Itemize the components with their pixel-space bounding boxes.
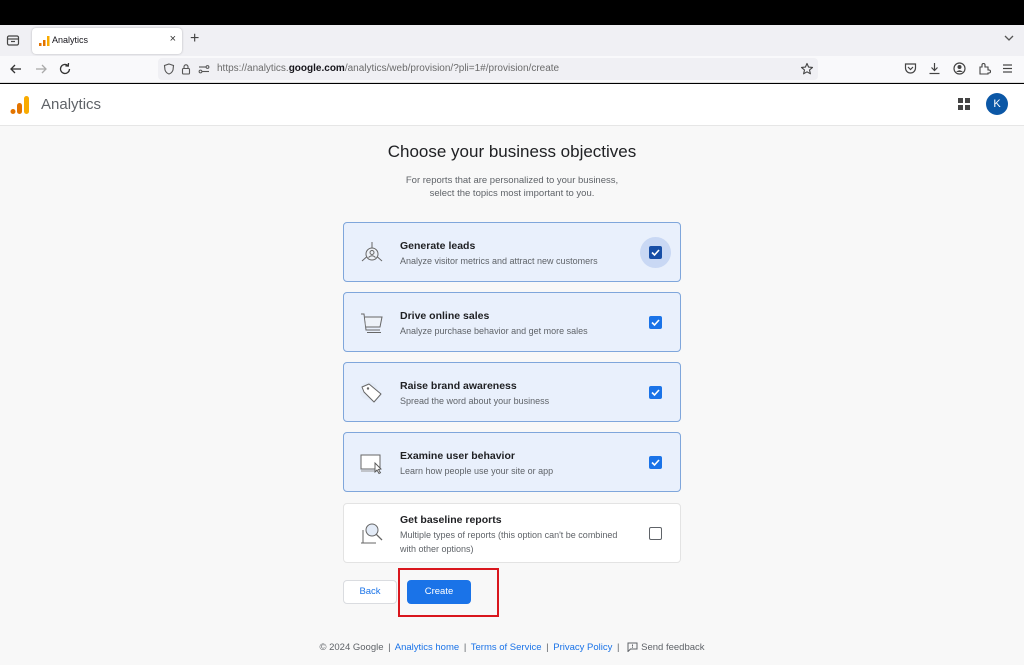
objective-title: Get baseline reports bbox=[400, 514, 502, 526]
download-icon[interactable] bbox=[927, 61, 942, 76]
separator: | bbox=[463, 642, 467, 653]
objective-card-examine-user-behavior[interactable]: Examine user behavior Learn how people u… bbox=[343, 432, 681, 492]
leads-icon bbox=[361, 242, 383, 262]
terms-of-service-link[interactable]: Terms of Service bbox=[471, 642, 542, 653]
extensions-icon[interactable] bbox=[977, 61, 992, 76]
back-button[interactable]: Back bbox=[343, 580, 397, 604]
apps-grid-icon[interactable] bbox=[957, 97, 971, 111]
objective-title: Examine user behavior bbox=[400, 450, 515, 462]
url-text[interactable]: https://analytics.google.com/analytics/w… bbox=[217, 63, 559, 74]
cart-icon bbox=[361, 313, 383, 333]
subtitle-line-2: select the topics most important to you. bbox=[429, 188, 595, 199]
objective-checkbox[interactable] bbox=[649, 456, 662, 469]
browser-tab-analytics[interactable]: Analytics × bbox=[32, 28, 182, 54]
description-line-1: Multiple types of reports (this option c… bbox=[400, 530, 618, 540]
tab-close-icon[interactable]: × bbox=[170, 33, 176, 45]
tab-list-icon[interactable] bbox=[6, 33, 20, 47]
highlight-annotation-box bbox=[398, 568, 499, 617]
send-feedback-label: Send feedback bbox=[641, 642, 705, 653]
objective-description: Multiple types of reports (this option c… bbox=[400, 528, 617, 556]
subtitle-line-1: For reports that are personalized to you… bbox=[405, 175, 619, 186]
feedback-icon bbox=[627, 642, 638, 652]
url-path: /analytics/web/provision/?pli=1#/provisi… bbox=[344, 63, 560, 74]
url-bar[interactable]: https://analytics.google.com/analytics/w… bbox=[158, 58, 818, 80]
objective-description: Learn how people use your site or app bbox=[400, 466, 554, 476]
shield-icon[interactable] bbox=[163, 63, 175, 75]
objective-card-get-baseline-reports[interactable]: Get baseline reports Multiple types of r… bbox=[343, 503, 681, 563]
chevron-down-icon[interactable] bbox=[1002, 31, 1016, 45]
send-feedback-button[interactable]: Send feedback bbox=[624, 642, 705, 653]
avatar[interactable]: K bbox=[986, 93, 1008, 115]
forward-arrow-icon[interactable] bbox=[33, 61, 49, 77]
lock-icon[interactable] bbox=[180, 63, 192, 75]
new-tab-button[interactable]: + bbox=[190, 30, 199, 48]
back-arrow-icon[interactable] bbox=[8, 61, 24, 77]
objective-card-drive-online-sales[interactable]: Drive online sales Analyze purchase beha… bbox=[343, 292, 681, 352]
tab-title: Analytics bbox=[52, 35, 89, 45]
objective-card-raise-brand-awareness[interactable]: Raise brand awareness Spread the word ab… bbox=[343, 362, 681, 422]
tab-strip: Analytics × + bbox=[0, 25, 1024, 56]
objective-title: Generate leads bbox=[400, 240, 476, 252]
page-subtitle: For reports that are personalized to you… bbox=[0, 174, 1024, 200]
pocket-icon[interactable] bbox=[903, 61, 918, 76]
footer: © 2024 Google | Analytics home | Terms o… bbox=[0, 642, 1024, 653]
app-title: Analytics bbox=[41, 96, 102, 113]
objective-checkbox[interactable] bbox=[649, 527, 662, 540]
magnifier-report-icon bbox=[361, 523, 383, 544]
page-title: Choose your business objectives bbox=[387, 142, 637, 161]
objective-title: Drive online sales bbox=[400, 310, 490, 322]
app-header: Analytics K bbox=[0, 84, 1024, 126]
separator: | bbox=[388, 642, 391, 653]
separator: | bbox=[546, 642, 549, 653]
description-line-2: with other options) bbox=[400, 544, 474, 554]
copyright: © 2024 Google bbox=[319, 642, 384, 653]
screen-cursor-icon bbox=[360, 454, 382, 475]
hamburger-menu-icon[interactable] bbox=[1000, 61, 1015, 76]
separator: | bbox=[617, 642, 620, 653]
objective-title: Raise brand awareness bbox=[400, 380, 517, 392]
privacy-policy-link[interactable]: Privacy Policy bbox=[553, 642, 612, 653]
objective-checkbox[interactable] bbox=[649, 316, 662, 329]
black-bar bbox=[0, 0, 1024, 25]
analytics-home-link[interactable]: Analytics home bbox=[395, 642, 459, 653]
objective-description: Spread the word about your business bbox=[400, 396, 550, 406]
bookmark-star-icon[interactable] bbox=[800, 62, 814, 76]
objective-card-generate-leads[interactable]: Generate leads Analyze visitor metrics a… bbox=[343, 222, 681, 282]
objective-description: Analyze purchase behavior and get more s… bbox=[400, 326, 588, 336]
analytics-logo-icon[interactable] bbox=[10, 95, 30, 115]
objective-description: Analyze visitor metrics and attract new … bbox=[400, 256, 598, 266]
url-domain: google.com bbox=[288, 63, 345, 74]
analytics-favicon bbox=[39, 36, 50, 46]
nav-bar: https://analytics.google.com/analytics/w… bbox=[0, 56, 1024, 83]
tag-icon bbox=[360, 382, 382, 403]
reload-icon[interactable] bbox=[57, 61, 73, 77]
url-prefix: https://analytics. bbox=[217, 63, 289, 74]
objective-checkbox[interactable] bbox=[649, 246, 662, 259]
objective-checkbox[interactable] bbox=[649, 386, 662, 399]
page-content: Analytics K Choose your business objecti… bbox=[0, 84, 1024, 665]
account-icon[interactable] bbox=[952, 61, 967, 76]
permissions-icon[interactable] bbox=[198, 63, 210, 75]
